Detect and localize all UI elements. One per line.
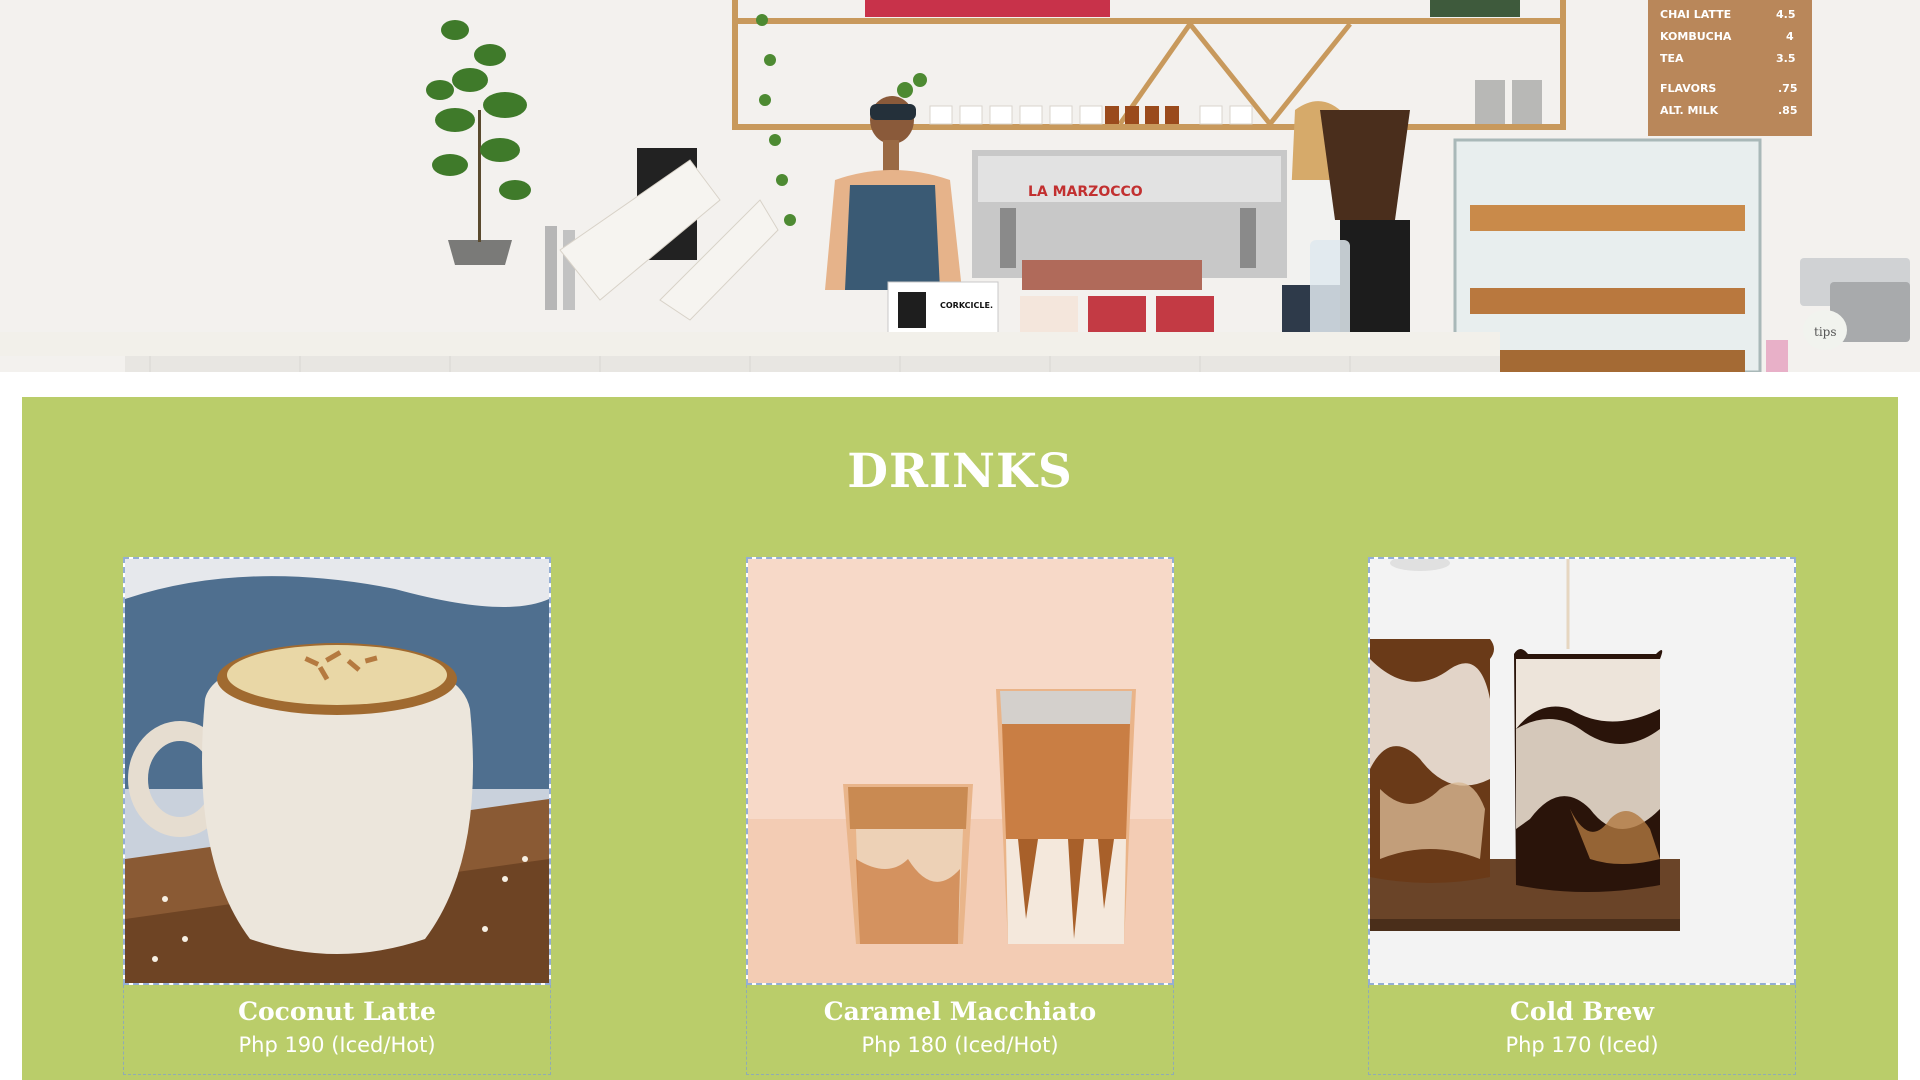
menu-board-price: 4 <box>1786 30 1794 43</box>
drink-price: Php 170 (Iced) <box>1505 1033 1659 1057</box>
drink-caption: Caramel Macchiato Php 180 (Iced/Hot) <box>746 985 1174 1075</box>
machine-brand: LA MARZOCCO <box>1028 184 1143 200</box>
counter-top <box>0 332 1500 356</box>
menu-board-item: CHAI LATTE <box>1660 8 1731 21</box>
drink-price: Php 180 (Iced/Hot) <box>861 1033 1059 1057</box>
menu-board-price: .75 <box>1778 82 1798 95</box>
menu-board-item: TEA <box>1660 52 1684 65</box>
menu-board-price: .85 <box>1778 104 1798 117</box>
drink-name: Coconut Latte <box>238 997 436 1026</box>
menu-board-price: 4.5 <box>1776 8 1796 21</box>
drink-photo <box>746 557 1174 985</box>
drink-card-caramel-macchiato[interactable]: Caramel Macchiato Php 180 (Iced/Hot) <box>746 557 1174 1075</box>
drink-name: Caramel Macchiato <box>823 997 1097 1026</box>
drink-card-coconut-latte[interactable]: Coconut Latte Php 190 (Iced/Hot) <box>123 557 551 1075</box>
drinks-section: DRINKS Coconut Latte Php 190 (Iced/Hot) … <box>22 397 1898 1080</box>
coconut-latte-photo <box>125 559 549 983</box>
menu-board-item: KOMBUCHA <box>1660 30 1732 43</box>
drink-caption: Coconut Latte Php 190 (Iced/Hot) <box>123 985 551 1075</box>
cafe-counter-illustration: CHAI LATTE 4.5 KOMBUCHA 4 TEA 3.5 FLAVOR… <box>0 0 1920 372</box>
drink-photo <box>123 557 551 985</box>
pastry-display-case <box>1453 138 1762 372</box>
tips-label: tips <box>1814 325 1837 339</box>
drink-photo <box>1368 557 1796 985</box>
drink-card-cold-brew[interactable]: Cold Brew Php 170 (Iced) <box>1368 557 1796 1075</box>
caramel-macchiato-photo <box>748 559 1172 983</box>
drink-price: Php 190 (Iced/Hot) <box>238 1033 436 1057</box>
menu-board-item: ALT. MILK <box>1660 104 1719 117</box>
drink-name: Cold Brew <box>1510 997 1654 1026</box>
menu-board-item: FLAVORS <box>1660 82 1716 95</box>
counter-front <box>125 356 1500 372</box>
cold-brew-photo <box>1370 559 1794 983</box>
section-title: DRINKS <box>847 444 1073 499</box>
espresso-machine: LA MARZOCCO <box>972 150 1287 278</box>
corkcicle-label: CORKCICLE. <box>940 301 993 310</box>
hero-cafe-photo: CHAI LATTE 4.5 KOMBUCHA 4 TEA 3.5 FLAVOR… <box>0 0 1920 372</box>
drink-caption: Cold Brew Php 170 (Iced) <box>1368 985 1796 1075</box>
menu-board-price: 3.5 <box>1776 52 1796 65</box>
menu-board: CHAI LATTE 4.5 KOMBUCHA 4 TEA 3.5 FLAVOR… <box>1648 0 1812 136</box>
